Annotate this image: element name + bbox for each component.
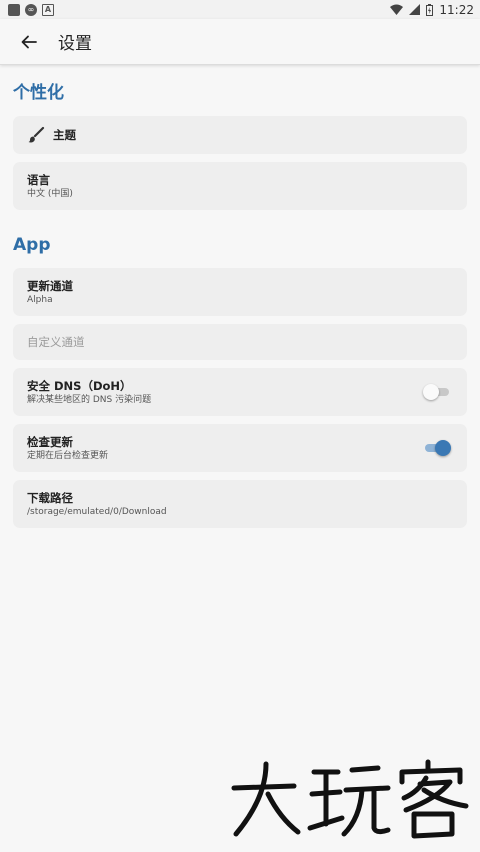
setting-secure-dns-subtitle: 解决某些地区的 DNS 污染问题 xyxy=(27,394,152,405)
watermark-logo xyxy=(231,759,469,839)
setting-language[interactable]: 语言 中文 (中国) xyxy=(13,162,467,210)
top-app-bar: 设置 xyxy=(0,19,480,65)
setting-download-path-value: /storage/emulated/0/Download xyxy=(27,506,167,517)
notification-link-icon: ∞ xyxy=(25,3,37,16)
check-updates-toggle[interactable] xyxy=(423,439,451,457)
setting-download-path[interactable]: 下载路径 /storage/emulated/0/Download xyxy=(13,480,467,528)
arrow-left-icon xyxy=(21,35,37,48)
custom-channel-input[interactable]: 自定义通道 xyxy=(13,324,467,360)
page-title: 设置 xyxy=(58,34,92,54)
battery-charging-icon xyxy=(426,3,434,16)
setting-update-channel[interactable]: 更新通道 Alpha xyxy=(13,268,467,316)
setting-language-value: 中文 (中国) xyxy=(27,188,73,199)
setting-theme[interactable]: 主题 xyxy=(13,116,467,154)
setting-check-updates-subtitle: 定期在后台检查更新 xyxy=(27,450,109,461)
setting-check-updates[interactable]: 检查更新 定期在后台检查更新 xyxy=(13,424,467,472)
section-title-personalize: 个性化 xyxy=(13,83,64,103)
check-updates-toggle-thumb xyxy=(435,440,451,456)
brush-icon xyxy=(28,126,45,143)
status-bar: ∞ A 11:22 xyxy=(0,0,480,19)
setting-download-path-title: 下载路径 xyxy=(27,490,73,505)
notification-app-icon xyxy=(8,3,20,16)
status-time: 11:22 xyxy=(439,2,474,17)
secure-dns-toggle-thumb xyxy=(423,384,439,400)
settings-list: 个性化 主题 语言 中文 (中国) App 更新通道 Alpha 自定义通道 安… xyxy=(13,66,467,536)
notification-a-icon: A xyxy=(42,3,54,16)
section-title-app: App xyxy=(13,235,51,255)
custom-channel-placeholder: 自定义通道 xyxy=(27,335,85,349)
setting-update-channel-value: Alpha xyxy=(27,294,53,305)
setting-update-channel-title: 更新通道 xyxy=(27,278,73,293)
setting-theme-title: 主题 xyxy=(53,127,76,142)
setting-language-title: 语言 xyxy=(27,172,50,187)
signal-icon xyxy=(409,4,421,15)
status-bar-notifications: ∞ A xyxy=(8,3,54,16)
setting-secure-dns-title: 安全 DNS（DoH） xyxy=(27,378,132,393)
setting-secure-dns[interactable]: 安全 DNS（DoH） 解决某些地区的 DNS 污染问题 xyxy=(13,368,467,416)
back-button[interactable] xyxy=(0,19,58,65)
wifi-icon xyxy=(390,4,404,15)
secure-dns-toggle[interactable] xyxy=(423,383,451,401)
setting-check-updates-title: 检查更新 xyxy=(27,434,73,449)
status-bar-system: 11:22 xyxy=(390,3,474,17)
